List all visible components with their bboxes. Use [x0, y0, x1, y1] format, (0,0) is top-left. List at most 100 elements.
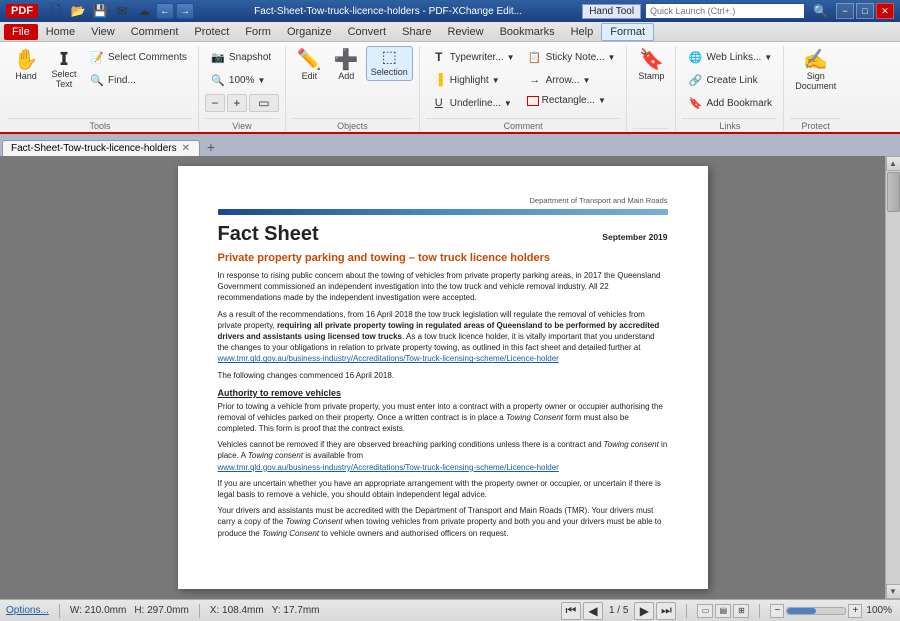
underline-dropdown: ▼ [504, 99, 512, 108]
menu-form[interactable]: Form [237, 24, 279, 40]
document-tabs: Fact-Sheet-Tow-truck-licence-holders ✕ + [0, 134, 900, 156]
nav-next-btn[interactable]: ▶ [634, 602, 654, 620]
ribbon-group-tools: ✋ Hand 𝗜 SelectText 📝 Select Comments 🔍 … [4, 46, 199, 132]
menu-convert[interactable]: Convert [340, 24, 395, 40]
ribbon-group-objects: ✏️ Edit ➕ Add ⬚ Selection Objects [288, 46, 420, 132]
rectangle-button[interactable]: Rectangle... ▼ [522, 92, 621, 109]
qat-save[interactable]: 💾 [90, 2, 110, 20]
pdf-viewport[interactable]: Department of Transport and Main Roads F… [0, 156, 885, 599]
scroll-thumb[interactable] [887, 172, 900, 212]
edit-icon: ✏️ [297, 50, 322, 70]
typewriter-button[interactable]: T Typewriter... ▼ [426, 46, 520, 68]
selection-button[interactable]: ⬚ Selection [366, 46, 413, 81]
maximize-button[interactable]: □ [856, 3, 874, 19]
doc-tab-close-btn[interactable]: ✕ [181, 143, 191, 154]
zoom-in-btn[interactable]: + [227, 94, 247, 112]
fit-page-btn[interactable]: ▭ [249, 94, 279, 112]
sep4 [759, 604, 760, 618]
hand-tool-button[interactable]: ✋ Hand [8, 46, 44, 85]
nav-back[interactable]: ← [156, 3, 174, 19]
view-mode-1[interactable]: ▭ [697, 604, 713, 618]
select-comments-button[interactable]: 📝 Select Comments [84, 46, 192, 68]
add-bookmark-icon: 🔖 [687, 95, 703, 111]
snapshot-button[interactable]: 📷 Snapshot [205, 46, 279, 68]
menu-protect[interactable]: Protect [186, 24, 237, 40]
menu-home[interactable]: Home [38, 24, 83, 40]
select-text-button[interactable]: 𝗜 SelectText [46, 46, 82, 93]
arrow-dropdown: ▼ [583, 76, 591, 85]
menu-help[interactable]: Help [563, 24, 602, 40]
highlight-button[interactable]: ▐ Highlight ▼ [426, 69, 520, 91]
main-area: Department of Transport and Main Roads F… [0, 156, 900, 599]
ribbon-group-stamp: 🔖 Stamp [629, 46, 676, 132]
qat-email[interactable]: ✉ [112, 2, 132, 20]
add-bookmark-button[interactable]: 🔖 Add Bookmark [682, 92, 777, 114]
arrow-icon: → [527, 72, 543, 88]
sign-doc-icon: ✍ [803, 50, 828, 70]
nav-last-btn[interactable]: ⏭ [656, 602, 676, 620]
view-mode-2[interactable]: ▤ [715, 604, 731, 618]
zoom-select[interactable]: 🔍 100% ▼ [205, 69, 279, 91]
sep2 [199, 604, 200, 618]
title-bar: PDF 🗋 📂 💾 ✉ ☁ ← → Fact-Sheet-Tow-truck-l… [0, 0, 900, 22]
ribbon: ✋ Hand 𝗜 SelectText 📝 Select Comments 🔍 … [0, 42, 900, 134]
pdf-page: Department of Transport and Main Roads F… [178, 166, 708, 589]
menu-format[interactable]: Format [601, 23, 654, 41]
menu-file[interactable]: File [4, 24, 38, 40]
new-tab-btn[interactable]: + [202, 138, 220, 156]
web-links-icon: 🌐 [687, 49, 703, 65]
window-title: Fact-Sheet-Tow-truck-licence-holders - P… [198, 6, 578, 17]
nav-forward[interactable]: → [176, 3, 194, 19]
tool-label: Hand Tool [582, 4, 641, 19]
find-icon: 🔍 [89, 72, 105, 88]
edit-button[interactable]: ✏️ Edit [292, 46, 327, 85]
quick-launch-input[interactable] [645, 3, 805, 19]
nav-first-btn[interactable]: ⏮ [561, 602, 581, 620]
find-button[interactable]: 🔍 Find... [84, 69, 192, 91]
view-mode-3[interactable]: ⊞ [733, 604, 749, 618]
zoom-out-btn[interactable]: − [205, 94, 225, 112]
ribbon-group-comment: T Typewriter... ▼ ▐ Highlight ▼ U Underl… [422, 46, 628, 132]
sep3 [686, 604, 687, 618]
options-btn[interactable]: Options... [6, 605, 49, 616]
scroll-track[interactable] [886, 171, 900, 584]
zoom-out-status-btn[interactable]: − [770, 604, 784, 618]
menu-view[interactable]: View [83, 24, 123, 40]
qat-open[interactable]: 📂 [68, 2, 88, 20]
scroll-down-btn[interactable]: ▼ [886, 584, 900, 599]
pdf-para-5: Vehicles cannot be removed if they are o… [218, 439, 668, 473]
search-icon[interactable]: 🔍 [813, 4, 828, 18]
rectangle-icon [527, 96, 539, 106]
section-authority: Authority to remove vehicles [218, 388, 668, 398]
menu-organize[interactable]: Organize [279, 24, 340, 40]
sign-document-button[interactable]: ✍ SignDocument [790, 46, 841, 95]
sticky-note-button[interactable]: 📋 Sticky Note... ▼ [522, 46, 621, 68]
menu-review[interactable]: Review [439, 24, 491, 40]
status-height: H: 297.0mm [134, 605, 188, 616]
menu-bookmarks[interactable]: Bookmarks [492, 24, 563, 40]
underline-button[interactable]: U Underline... ▼ [426, 92, 520, 114]
qat-cloud[interactable]: ☁ [134, 2, 154, 20]
hand-icon: ✋ [14, 50, 39, 70]
menu-share[interactable]: Share [394, 24, 439, 40]
nav-prev-btn[interactable]: ◀ [583, 602, 603, 620]
doc-tab-active[interactable]: Fact-Sheet-Tow-truck-licence-holders ✕ [2, 140, 200, 156]
select-text-icon: 𝗜 [59, 50, 68, 68]
snapshot-icon: 📷 [210, 49, 226, 65]
stamp-icon: 🔖 [639, 50, 664, 70]
close-button[interactable]: ✕ [876, 3, 894, 19]
create-link-button[interactable]: 🔗 Create Link [682, 69, 777, 91]
arrow-button[interactable]: → Arrow... ▼ [522, 69, 621, 91]
menu-comment[interactable]: Comment [123, 24, 187, 40]
ribbon-group-links: 🌐 Web Links... ▼ 🔗 Create Link 🔖 Add Boo… [678, 46, 784, 132]
add-button[interactable]: ➕ Add [329, 46, 364, 85]
web-links-button[interactable]: 🌐 Web Links... ▼ [682, 46, 777, 68]
minimize-button[interactable]: − [836, 3, 854, 19]
stamp-button[interactable]: 🔖 Stamp [633, 46, 669, 85]
qat-new[interactable]: 🗋 [46, 2, 66, 20]
scroll-up-btn[interactable]: ▲ [886, 156, 900, 171]
zoom-in-status-btn[interactable]: + [848, 604, 862, 618]
zoom-slider[interactable] [786, 607, 846, 615]
status-width: W: 210.0mm [70, 605, 127, 616]
status-bar: Options... W: 210.0mm H: 297.0mm X: 108.… [0, 599, 900, 621]
